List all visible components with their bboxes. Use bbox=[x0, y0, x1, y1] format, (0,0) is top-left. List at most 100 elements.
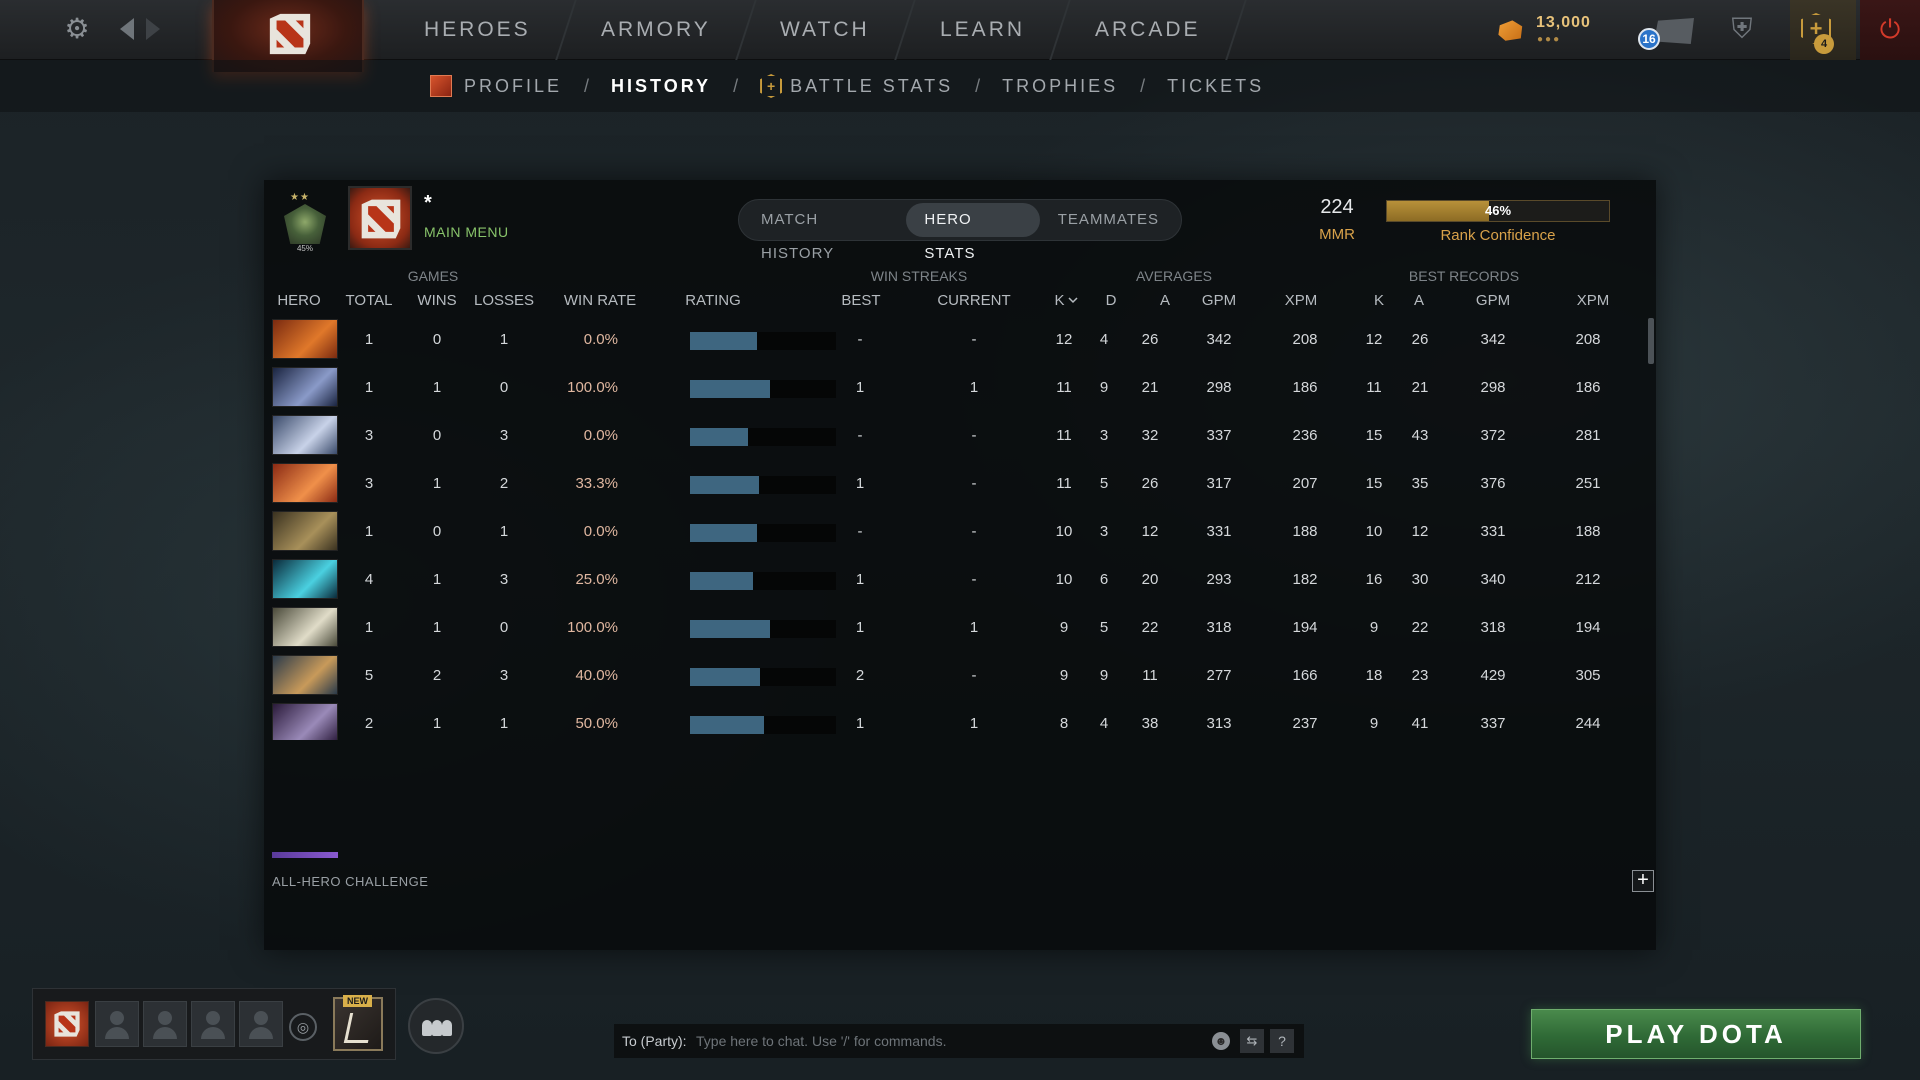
col-best[interactable]: BEST bbox=[836, 292, 886, 309]
hero-portrait[interactable] bbox=[272, 655, 338, 695]
cell-best-k: 18 bbox=[1365, 667, 1383, 684]
hero-portrait[interactable] bbox=[272, 559, 338, 599]
subnav-tickets[interactable]: TICKETS bbox=[1167, 76, 1264, 97]
group-averages: AVERAGES bbox=[1136, 268, 1212, 284]
tab-match-history[interactable]: MATCH HISTORY bbox=[743, 203, 906, 262]
subnav-trophies[interactable]: TROPHIES bbox=[1002, 76, 1118, 97]
col-xpm[interactable]: XPM bbox=[1276, 292, 1326, 309]
cell-best-k: 9 bbox=[1369, 715, 1379, 732]
rank-medal-icon[interactable]: ★★ 45% bbox=[284, 192, 326, 254]
col-a[interactable]: A bbox=[1150, 292, 1180, 309]
all-hero-challenge-label[interactable]: ALL-HERO CHALLENGE bbox=[272, 874, 428, 889]
party-panel: ◎ NEW bbox=[32, 988, 396, 1060]
emoji-icon[interactable]: ☻ bbox=[1212, 1032, 1230, 1050]
cell-win-rate: 0.0% bbox=[583, 331, 618, 348]
cell-best: 1 bbox=[855, 571, 865, 588]
gear-icon[interactable]: ⚙ bbox=[62, 14, 92, 44]
chat-channel[interactable]: To (Party): bbox=[622, 1024, 687, 1058]
expand-button[interactable]: + bbox=[1632, 870, 1654, 892]
rating-bar bbox=[690, 380, 836, 398]
party-slot-empty[interactable] bbox=[95, 1001, 139, 1047]
party-self-avatar[interactable] bbox=[45, 1001, 89, 1047]
col-losses[interactable]: LOSSES bbox=[472, 292, 536, 309]
mail-icon[interactable] bbox=[1654, 18, 1694, 44]
tab-hero-stats[interactable]: HERO STATS bbox=[906, 203, 1040, 262]
table-row[interactable]: 1 0 1 0.0% - -10 3 12 331 188 10 12 331 188 bbox=[264, 508, 1656, 556]
nav-armory[interactable]: ARMORY bbox=[556, 0, 757, 60]
subnav-history[interactable]: HISTORY bbox=[611, 76, 711, 97]
subnav-battle-stats[interactable]: BATTLE STATS bbox=[790, 76, 953, 97]
news-button[interactable]: NEW bbox=[333, 995, 383, 1051]
table-row[interactable]: 5 2 3 40.0% 2-9 9 11 277 166 18 23 429 305 bbox=[264, 652, 1656, 700]
col-best-xpm[interactable]: XPM bbox=[1568, 292, 1618, 309]
cell-gpm: 331 bbox=[1206, 523, 1232, 540]
nav-arcade[interactable]: ARCADE bbox=[1051, 0, 1247, 60]
nav-watch[interactable]: WATCH bbox=[736, 0, 916, 60]
rating-fill bbox=[690, 620, 771, 638]
party-slot-empty[interactable] bbox=[143, 1001, 187, 1047]
col-win-rate[interactable]: WIN RATE bbox=[560, 292, 640, 309]
hero-portrait[interactable] bbox=[272, 703, 338, 740]
col-k-sorted[interactable]: K bbox=[1046, 292, 1086, 309]
cell-a: 11 bbox=[1142, 667, 1158, 684]
col-rating[interactable]: RATING bbox=[678, 292, 748, 309]
cell-wins: 1 bbox=[432, 715, 442, 732]
hero-portrait[interactable] bbox=[272, 319, 338, 359]
cell-best: 2 bbox=[855, 667, 865, 684]
new-badge: NEW bbox=[343, 995, 372, 1007]
col-current[interactable]: CURRENT bbox=[934, 292, 1014, 309]
hero-portrait[interactable] bbox=[272, 463, 338, 503]
translate-icon[interactable]: ⇆ bbox=[1240, 1029, 1264, 1053]
table-row[interactable]: 3 0 3 0.0% - - 11 3 32 337 236 15 43 372 281 bbox=[264, 412, 1656, 460]
medal-body bbox=[284, 204, 326, 244]
play-dota-button[interactable]: PLAY DOTA bbox=[1531, 1009, 1861, 1059]
cell-wins: 2 bbox=[432, 667, 442, 684]
cell-wins: 1 bbox=[432, 619, 442, 636]
col-best-gpm[interactable]: GPM bbox=[1468, 292, 1518, 309]
help-button[interactable]: ? bbox=[1270, 1029, 1294, 1053]
party-slot-empty[interactable] bbox=[191, 1001, 235, 1047]
hero-portrait[interactable] bbox=[272, 415, 338, 455]
col-gpm[interactable]: GPM bbox=[1194, 292, 1244, 309]
nav-learn[interactable]: LEARN bbox=[896, 0, 1071, 60]
avatar[interactable] bbox=[348, 186, 412, 250]
cell-best-a: 30 bbox=[1411, 571, 1429, 588]
rank-confidence-value: 46% bbox=[1484, 203, 1512, 218]
table-row[interactable]: 1 1 0 100.0% 1 1 11 9 21 298 186 11 21 298 186 bbox=[264, 364, 1656, 412]
rating-fill bbox=[690, 428, 749, 446]
hero-portrait[interactable] bbox=[272, 511, 338, 551]
back-arrow-icon[interactable] bbox=[120, 16, 142, 42]
col-total[interactable]: TOTAL bbox=[344, 292, 394, 309]
cell-best-k: 15 bbox=[1365, 427, 1383, 444]
rating-bar bbox=[690, 428, 836, 446]
party-slot-empty[interactable] bbox=[239, 1001, 283, 1047]
col-best-a[interactable]: A bbox=[1404, 292, 1434, 309]
table-scrollbar[interactable] bbox=[1648, 318, 1654, 364]
col-wins[interactable]: WINS bbox=[412, 292, 462, 309]
table-row[interactable]: 4 1 3 25.0% 1 - 10 6 20 293 182 16 30 340 212 bbox=[264, 556, 1656, 604]
cell-losses: 0 bbox=[499, 379, 509, 396]
hero-portrait[interactable] bbox=[272, 607, 338, 647]
currency-amount: 13,000 bbox=[1536, 14, 1591, 31]
col-hero[interactable]: HERO bbox=[274, 292, 324, 309]
tab-teammates[interactable]: TEAMMATES bbox=[1040, 203, 1177, 237]
headset-icon[interactable]: ◎ bbox=[289, 1013, 317, 1041]
player-subtitle[interactable]: MAIN MENU bbox=[424, 224, 509, 240]
table-row[interactable]: 1 1 0 100.0% 1 1 9 5 22 318 194 9 22 318 194 bbox=[264, 604, 1656, 652]
table-row[interactable]: 2 1 1 50.0% 1 1 8 4 38 313 237 9 41 337 244 bbox=[264, 700, 1656, 740]
col-best-k[interactable]: K bbox=[1364, 292, 1394, 309]
table-row[interactable]: 1 0 1 0.0% - - 12 4 26 342 208 12 26 342 208 bbox=[264, 316, 1656, 364]
subnav-profile[interactable]: PROFILE bbox=[464, 76, 562, 97]
chat-input[interactable] bbox=[696, 1024, 1206, 1058]
armory-icon[interactable]: ⛨ bbox=[1725, 12, 1759, 46]
cell-current: - bbox=[971, 667, 977, 684]
table-row[interactable]: 3 1 2 33.3% 1 - 11 5 26 317 207 15 35 376 251 bbox=[264, 460, 1656, 508]
cell-gpm: 317 bbox=[1206, 475, 1232, 492]
hero-portrait[interactable] bbox=[272, 367, 338, 407]
friends-button[interactable] bbox=[408, 998, 464, 1054]
col-d[interactable]: D bbox=[1096, 292, 1126, 309]
forward-arrow-icon[interactable] bbox=[146, 16, 168, 42]
subnav-separator: / bbox=[975, 75, 981, 96]
shard-icon[interactable] bbox=[1498, 20, 1523, 41]
nav-heroes[interactable]: HEROES bbox=[380, 0, 577, 60]
